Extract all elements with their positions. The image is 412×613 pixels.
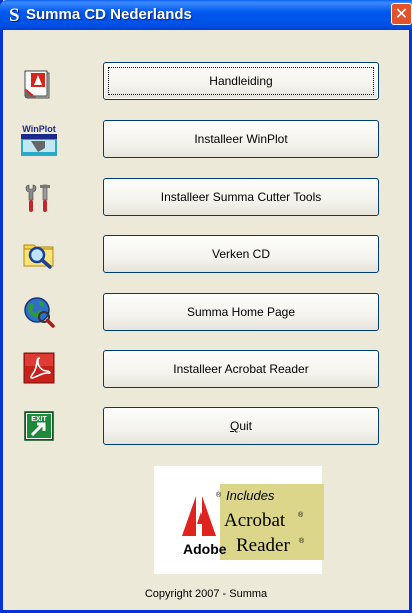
acrobat-registered-mark: ® [298,511,304,519]
acrobat-wordmark: Acrobat [224,510,286,531]
exit-icon-text: EXIT [31,416,47,423]
main-window: S Summa CD Nederlands ✕ WinPlot EXIT Han… [0,0,412,613]
acrobat-reader-badge[interactable]: ® Adobe Includes Acrobat ® Reader ® [154,466,324,574]
exit-icon: EXIT [24,411,54,441]
focus-ring [108,67,374,95]
installeer-winplot-button[interactable]: Installeer WinPlot [103,120,379,158]
home-page-button[interactable]: Summa Home Page [103,293,379,331]
verken-cd-label: Verken CD [211,247,271,261]
acrobat-icon [23,352,55,384]
includes-text: Includes [226,488,275,503]
reader-registered-mark: ® [299,537,305,545]
quit-label: Quit [230,419,252,433]
adobe-pdf-document-icon [24,70,50,99]
installeer-acrobat-label: Installeer Acrobat Reader [173,362,309,376]
adobe-wordmark: Adobe [183,541,227,557]
quit-mnemonic: Q [229,419,240,433]
winplot-icon-text: WinPlot [22,124,55,134]
globe-search-icon [24,297,55,328]
copyright-text: Copyright 2007 - Summa [144,588,268,600]
window-title: Summa CD Nederlands [26,6,192,23]
close-button[interactable]: ✕ [391,3,412,25]
installeer-winplot-label: Installeer WinPlot [194,132,288,146]
quit-label-rest: uit [239,419,253,433]
verken-cd-button[interactable]: Verken CD [103,235,379,273]
tools-icon [25,184,50,212]
reader-wordmark: Reader [236,535,290,556]
winplot-icon: WinPlot [21,124,57,156]
folder-search-icon [23,244,54,269]
quit-button[interactable]: Quit [103,407,379,445]
registered-mark: ® [216,491,222,499]
summa-logo-icon: S [9,5,20,26]
installeer-cutter-tools-button[interactable]: Installeer Summa Cutter Tools [103,178,379,216]
home-page-label: Summa Home Page [186,305,296,319]
adobe-logo-icon: ® Adobe Includes Acrobat ® Reader ® [180,484,324,560]
handleiding-button[interactable]: Handleiding [103,62,379,100]
installeer-cutter-tools-label: Installeer Summa Cutter Tools [160,190,322,204]
title-bar[interactable]: S Summa CD Nederlands ✕ [0,0,412,30]
installeer-acrobat-button[interactable]: Installeer Acrobat Reader [103,350,379,388]
